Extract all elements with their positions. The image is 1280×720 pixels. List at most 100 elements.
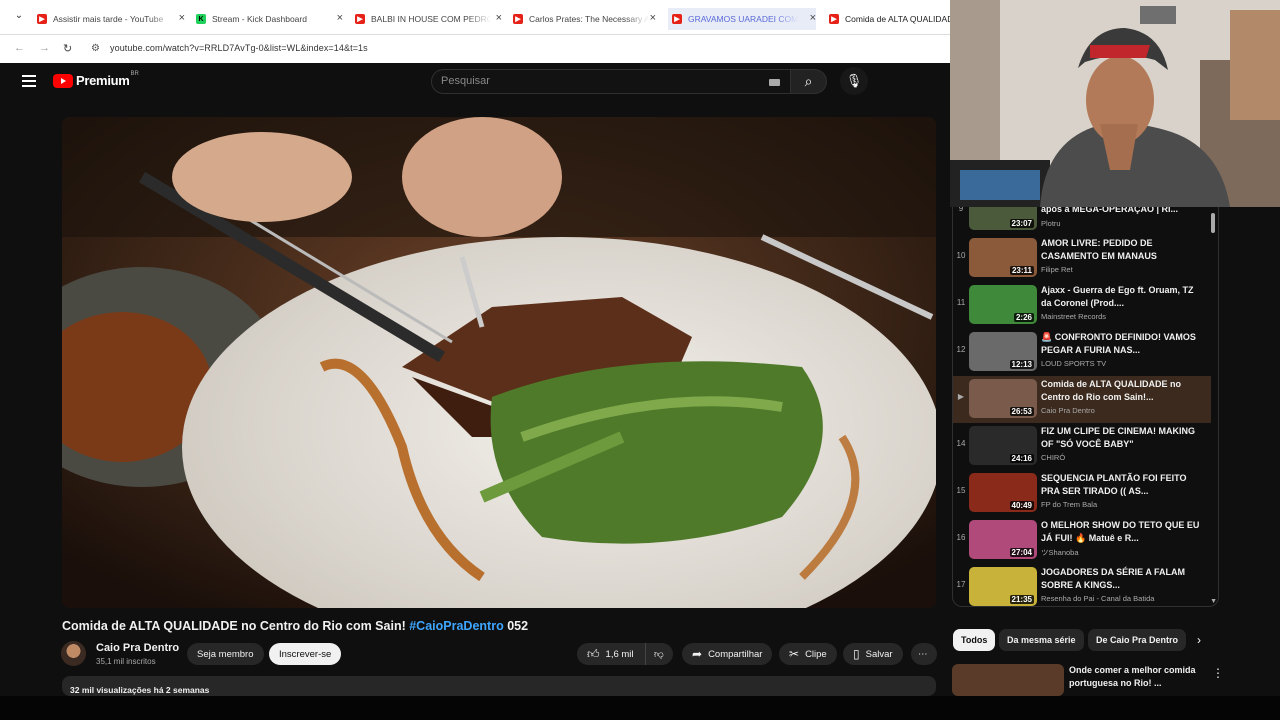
tab-5[interactable]: ▶ GRAVAMOS UARADEI COM OA × [668,8,816,30]
clip-button[interactable]: ✂ Clipe [779,643,837,665]
tab-strip: ⌄ ▶ Assistir mais tarde - YouTube × K St… [0,0,950,35]
search-button[interactable]: ⌕ [791,69,827,94]
chip-from-channel[interactable]: De Caio Pra Dentro [1088,629,1187,651]
view-count-date: 32 mil visualizações há 2 semanas [70,685,210,695]
video-duration: 24:16 [1009,454,1034,463]
playlist-item[interactable]: 10 23:11 AMOR LIVRE: PEDIDO DE CASAMENTO… [953,235,1211,282]
channel-name[interactable]: Caio Pra Dentro [96,642,179,654]
playlist-index: 16 [956,533,966,542]
webcam-streamer-image [950,0,1280,207]
recommendation-thumbnail[interactable] [952,664,1064,696]
playlist-item[interactable]: 17 21:35 JOGADORES DA SÉRIE A FALAM SOBR… [953,564,1211,606]
playlist-item-channel: Filipe Ret [1041,265,1073,274]
join-label: Seja membro [197,648,254,660]
playlist-item-title: após a MEGA-OPERAÇÃO | RI... [1041,207,1179,214]
search-input[interactable]: Pesquisar [431,69,791,94]
youtube-favicon-icon: ▶ [513,14,523,24]
chip-label: Todos [961,635,988,645]
chip-same-series[interactable]: Da mesma série [999,629,1084,651]
address-bar: ← → ↻ ⚙ youtube.com/watch?v=RRLD7AvTg-0&… [0,35,950,63]
playlist-index: 10 [956,251,966,260]
save-label: Salvar [865,648,893,660]
share-button[interactable]: ➦ Compartilhar [682,643,773,665]
playlist-item-title: JOGADORES DA SÉRIE A FALAM SOBRE A KINGS… [1041,567,1186,590]
tab-2[interactable]: K Stream - Kick Dashboard × [196,8,343,30]
playlist-item[interactable]: 9 23:07 após a MEGA-OPERAÇÃO | RI... Plo… [953,207,1211,235]
playlist-item[interactable]: 14 24:16 FIZ UM CLIPE DE CINEMA! MAKING … [953,423,1211,470]
tab-title: Carlos Prates: The Necessary A [529,14,649,24]
youtube-favicon-icon: ▶ [829,14,839,24]
playlist-item-title: AMOR LIVRE: PEDIDO DE CASAMENTO EM MANAU… [1041,238,1157,261]
reload-icon[interactable]: ↻ [63,42,72,55]
video-duration: 26:53 [1009,407,1034,416]
scroll-down-arrow-icon[interactable]: ▼ [1210,598,1217,605]
youtube-premium-logo[interactable]: Premium BR [53,71,139,88]
playlist-item-title: FIZ UM CLIPE DE CINEMA! MAKING OF "SÓ VO… [1041,426,1195,449]
description-box[interactable]: 32 mil visualizações há 2 semanas [62,676,936,696]
tab-title: Comida de ALTA QUALIDADE [845,14,950,24]
tab-3[interactable]: ▶ BALBI IN HOUSE COM PEDRO × [355,8,502,30]
playlist-item-channel: Plotru [1041,219,1061,228]
tab-6[interactable]: ▶ Comida de ALTA QUALIDADE [829,8,950,30]
url-field[interactable]: youtube.com/watch?v=RRLD7AvTg-0&list=WL&… [110,43,368,53]
recommendation-title[interactable]: Onde comer a melhor comida portuguesa no… [1069,664,1209,690]
playlist-item-title: SEQUENCIA PLANTÃO FOI FEITO PRA SER TIRA… [1041,473,1187,496]
tab-1[interactable]: ▶ Assistir mais tarde - YouTube × [37,8,185,30]
video-duration: 40:49 [1009,501,1034,510]
subscribe-button[interactable]: Inscrever-se [269,643,342,665]
thumbs-down-icon: 👎︎ [654,649,664,660]
video-player[interactable] [62,117,936,608]
tab-title: GRAVAMOS UARADEI COM OA [688,14,798,24]
playlist-item-title: Comida de ALTA QUALIDADE no Centro do Ri… [1041,379,1181,402]
playlist-index: 12 [956,345,966,354]
bookmark-icon: ▯ [853,647,860,661]
close-tab-icon[interactable]: × [810,12,816,24]
site-settings-icon[interactable]: ⚙ [91,43,100,54]
back-icon[interactable]: ← [14,42,25,54]
channel-avatar[interactable] [61,641,86,666]
playlist-item-channel: FP do Trem Bala [1041,500,1098,509]
playlist-item[interactable]: 16 27:04 O MELHOR SHOW DO TETO QUE EU JÁ… [953,517,1211,564]
playlist-item-current[interactable]: ▶ 26:53 Comida de ALTA QUALIDADE no Cent… [953,376,1211,423]
more-actions-button[interactable]: ⋯ [911,643,937,665]
video-thumbnail: 27:04 [969,520,1037,559]
forward-icon[interactable]: → [39,42,50,54]
youtube-header: Premium BR Pesquisar ⌕ 🎙 [0,63,950,103]
close-tab-icon[interactable]: × [179,12,185,24]
youtube-favicon-icon: ▶ [355,14,365,24]
join-button[interactable]: Seja membro [187,643,264,665]
more-vertical-icon[interactable]: ⋮ [1212,666,1224,680]
scissors-icon: ✂ [789,647,800,661]
close-tab-icon[interactable]: × [496,12,502,24]
chevron-right-icon[interactable]: › [1197,633,1201,647]
video-hashtag-link[interactable]: #CaioPraDentro [409,619,503,633]
thumbs-up-icon: 👍︎ [587,646,600,661]
dislike-button[interactable]: 👎︎ [645,643,673,665]
more-horizontal-icon: ⋯ [918,648,928,660]
microphone-icon: 🎙 [845,73,863,88]
close-tab-icon[interactable]: × [337,12,343,24]
playlist-scrollbar[interactable] [1211,213,1215,233]
playlist-item[interactable]: 11 2:26 Ajaxx - Guerra de Ego ft. Oruam,… [953,282,1211,329]
video-title: Comida de ALTA QUALIDADE no Centro do Ri… [62,619,528,633]
video-duration: 23:07 [1009,219,1034,228]
like-button[interactable]: 👍︎ 1,6 mil [577,643,645,665]
playlist-item[interactable]: 15 40:49 SEQUENCIA PLANTÃO FOI FEITO PRA… [953,470,1211,517]
video-thumbnail: 23:07 [969,207,1037,230]
kick-favicon-icon: K [196,14,206,24]
video-thumbnail: 21:35 [969,567,1037,606]
video-duration: 23:11 [1009,266,1034,275]
menu-icon[interactable] [22,75,36,87]
clip-label: Clipe [805,648,827,660]
close-tab-icon[interactable]: × [650,12,656,24]
voice-search-button[interactable]: 🎙 [840,67,868,95]
tab-search-chevron-icon[interactable]: ⌄ [10,10,28,26]
playlist-index: 17 [956,580,966,589]
playlist-item-channel: ツShanoba [1041,548,1079,557]
playlist-item[interactable]: 12 12:13 🚨 CONFRONTO DEFINIDO! VAMOS PEG… [953,329,1211,376]
chip-all[interactable]: Todos [953,629,996,651]
save-button[interactable]: ▯ Salvar [843,643,903,665]
keyboard-icon[interactable] [769,79,780,86]
playlist-panel: ▼ 9 23:07 após a MEGA-OPERAÇÃO | RI... P… [952,207,1219,607]
tab-4[interactable]: ▶ Carlos Prates: The Necessary A × [513,8,656,30]
